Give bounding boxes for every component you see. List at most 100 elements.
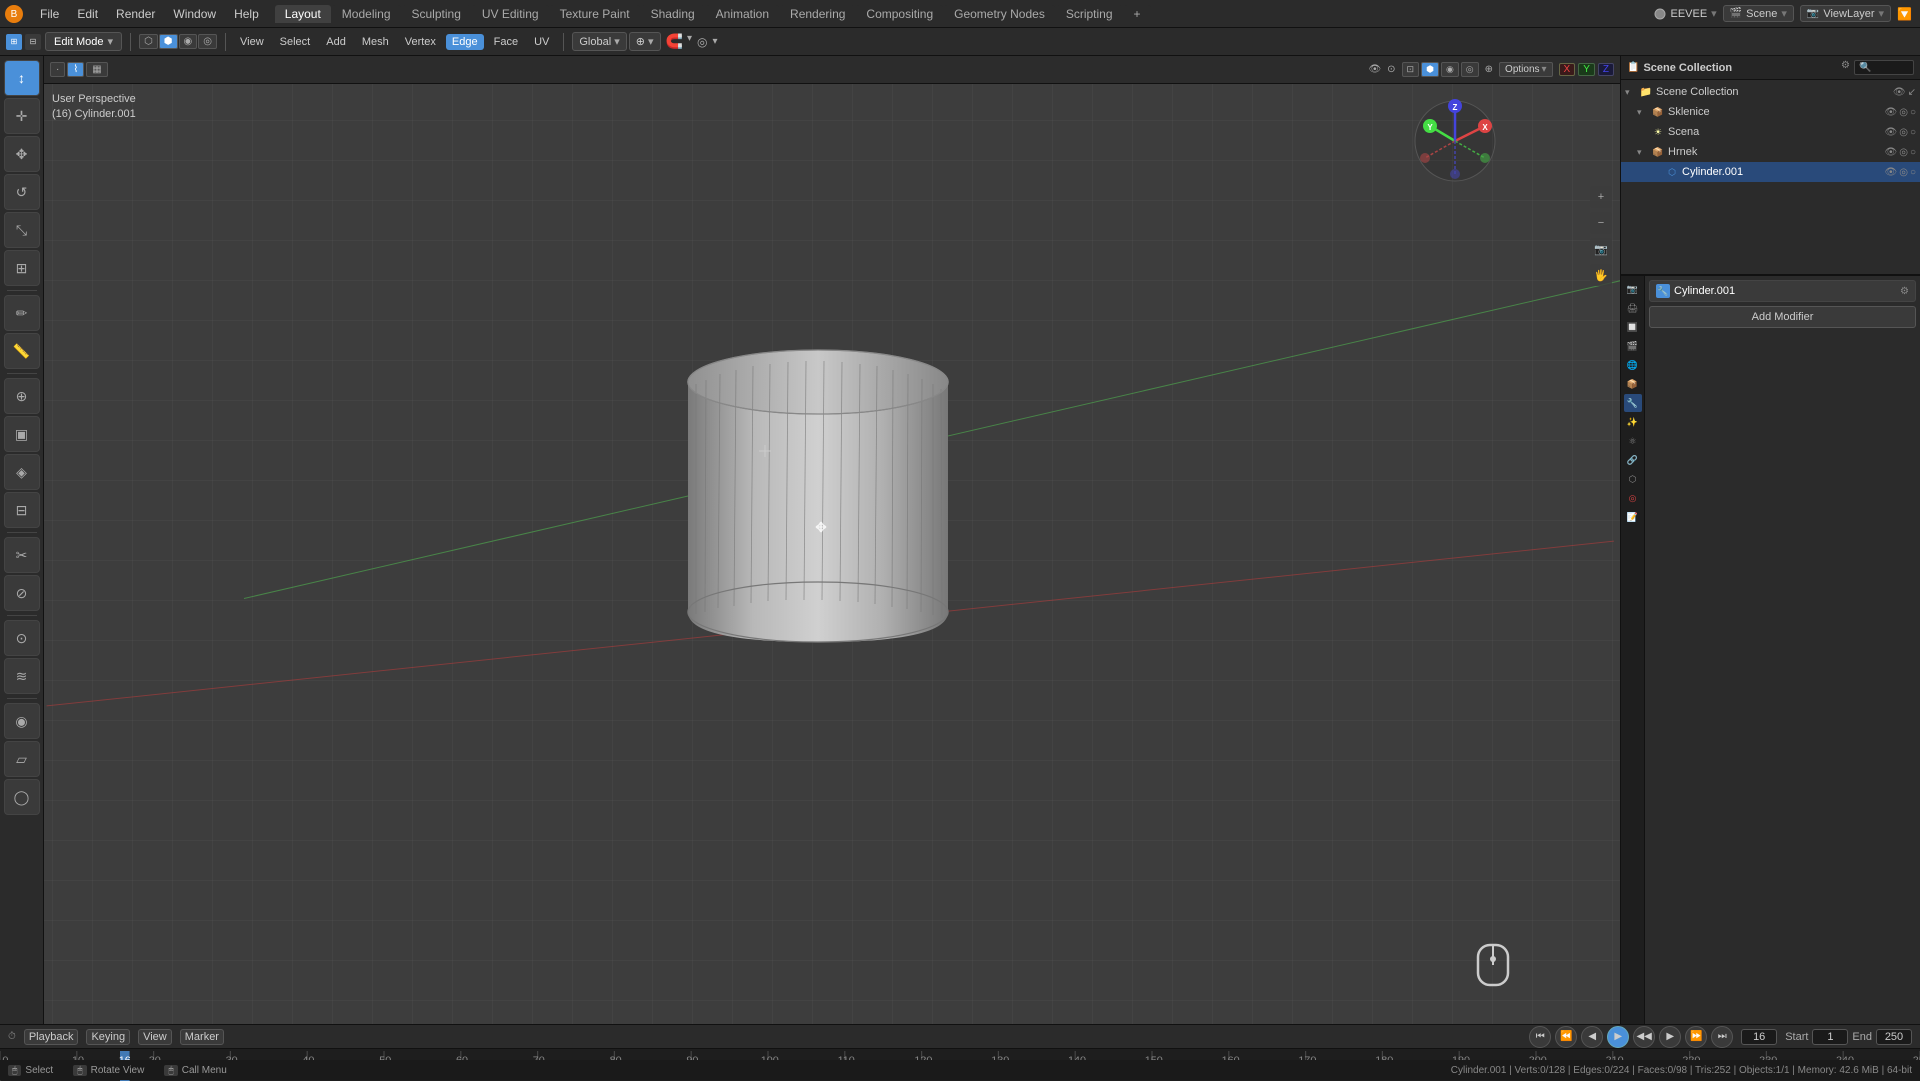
marker-btn[interactable]: Marker bbox=[180, 1029, 224, 1045]
outliner-filter[interactable]: ⚙ bbox=[1841, 60, 1850, 75]
shading-wire[interactable]: ⬡ bbox=[139, 34, 158, 49]
play-reverse-btn[interactable]: ◀◀ bbox=[1633, 1026, 1655, 1048]
tab-uv-editing[interactable]: UV Editing bbox=[472, 5, 549, 23]
tab-add[interactable]: + bbox=[1124, 5, 1151, 23]
tool-shrink-fatten[interactable]: ◉ bbox=[4, 703, 40, 739]
tool-transform[interactable]: ⊞ bbox=[4, 250, 40, 286]
eye-icon-2[interactable]: 👁 bbox=[1885, 107, 1898, 118]
view-menu[interactable]: View bbox=[234, 34, 270, 50]
prev-frame-btn[interactable]: ◀ bbox=[1581, 1026, 1603, 1048]
tool-smooth[interactable]: ≋ bbox=[4, 658, 40, 694]
outliner-sklenice[interactable]: ▾ 📦 Sklenice 👁 ◎ ○ bbox=[1621, 102, 1920, 122]
view-btn-tl[interactable]: View bbox=[138, 1029, 172, 1045]
camera-view-btn[interactable]: 📷 bbox=[1590, 238, 1612, 260]
render-icon-3[interactable]: ○ bbox=[1910, 127, 1916, 138]
end-frame-input[interactable]: 250 bbox=[1876, 1029, 1912, 1045]
viewport-gizmo[interactable]: X Y Z bbox=[1410, 96, 1500, 189]
outliner-hrnek[interactable]: ▾ 📦 Hrnek 👁 ◎ ○ bbox=[1621, 142, 1920, 162]
outliner-cylinder[interactable]: ▸ ⬡ Cylinder.001 👁 ◎ ○ bbox=[1621, 162, 1920, 182]
tab-texture-paint[interactable]: Texture Paint bbox=[550, 5, 640, 23]
outliner-scene-collection[interactable]: ▾ 📁 Scene Collection 👁 ↙ bbox=[1621, 82, 1920, 102]
outliner-scena[interactable]: ▸ ☀ Scena 👁 ◎ ○ bbox=[1621, 122, 1920, 142]
prop-output-icon[interactable]: 🖨 bbox=[1624, 299, 1642, 317]
filter-icon[interactable]: 🔽 bbox=[1897, 7, 1912, 21]
tab-sculpting[interactable]: Sculpting bbox=[402, 5, 471, 23]
step-back-btn[interactable]: ⏪ bbox=[1555, 1026, 1577, 1048]
keying-btn[interactable]: Keying bbox=[86, 1029, 130, 1045]
tab-compositing[interactable]: Compositing bbox=[856, 5, 943, 23]
tool-inset[interactable]: ▣ bbox=[4, 416, 40, 452]
camera-icon-3[interactable]: ◎ bbox=[1899, 127, 1908, 138]
tool-knife[interactable]: ✂ bbox=[4, 537, 40, 573]
prop-particles-icon[interactable]: ✨ bbox=[1624, 413, 1642, 431]
overlay-icon[interactable]: 👁 bbox=[1368, 64, 1381, 75]
menu-edit[interactable]: Edit bbox=[69, 5, 106, 23]
tool-annotate[interactable]: ✏ bbox=[4, 295, 40, 331]
add-modifier-btn[interactable]: Add Modifier bbox=[1649, 306, 1916, 328]
snap-dropdown[interactable]: ▾ bbox=[687, 33, 692, 50]
shade-mat-vp[interactable]: ◉ bbox=[1441, 62, 1459, 77]
tab-rendering[interactable]: Rendering bbox=[780, 5, 855, 23]
jump-end-btn[interactable]: ⏭ bbox=[1711, 1026, 1733, 1048]
prop-modifier-icon[interactable]: 🔧 bbox=[1624, 394, 1642, 412]
eye-icon-5[interactable]: 👁 bbox=[1885, 167, 1898, 178]
tool-measure[interactable]: 📏 bbox=[4, 333, 40, 369]
tool-shear[interactable]: ▱ bbox=[4, 741, 40, 777]
prop-script-icon[interactable]: 📝 bbox=[1624, 508, 1642, 526]
mesh-menu[interactable]: Mesh bbox=[356, 34, 395, 50]
jump-start-btn[interactable]: ⏮ bbox=[1529, 1026, 1551, 1048]
add-menu[interactable]: Add bbox=[320, 34, 352, 50]
edge-select-btn[interactable]: ⌇ bbox=[67, 62, 84, 77]
step-forward-btn[interactable]: ⏩ bbox=[1685, 1026, 1707, 1048]
prop-material-icon[interactable]: ◎ bbox=[1624, 489, 1642, 507]
tool-loop-cut[interactable]: ⊟ bbox=[4, 492, 40, 528]
vertex-select-btn[interactable]: · bbox=[50, 62, 65, 77]
menu-render[interactable]: Render bbox=[108, 5, 163, 23]
shading-rendered[interactable]: ◎ bbox=[198, 34, 217, 49]
start-frame-input[interactable]: 1 bbox=[1812, 1029, 1848, 1045]
current-frame-display[interactable]: 16 bbox=[1741, 1029, 1777, 1045]
next-frame-btn[interactable]: ▶ bbox=[1659, 1026, 1681, 1048]
face-menu[interactable]: Face bbox=[488, 34, 524, 50]
prop-constraints-icon[interactable]: 🔗 bbox=[1624, 451, 1642, 469]
vertex-menu[interactable]: Vertex bbox=[399, 34, 442, 50]
prop-render-icon[interactable]: 📷 bbox=[1624, 280, 1642, 298]
shade-render-vp[interactable]: ◎ bbox=[1461, 62, 1479, 77]
prop-object-icon[interactable]: 📦 bbox=[1624, 375, 1642, 393]
tool-extrude[interactable]: ⊕ bbox=[4, 378, 40, 414]
pivot-selector[interactable]: Global ▾ bbox=[572, 32, 626, 51]
mode-selector[interactable]: Edit Mode ▾ bbox=[45, 32, 122, 51]
tool-spin[interactable]: ⊙ bbox=[4, 620, 40, 656]
options-btn[interactable]: Options ▾ bbox=[1499, 62, 1553, 77]
layer-selector[interactable]: 📷 ViewLayer ▾ bbox=[1800, 5, 1891, 22]
menu-help[interactable]: Help bbox=[226, 5, 267, 23]
camera-icon-5[interactable]: ◎ bbox=[1899, 167, 1908, 178]
xray-icon[interactable]: ⊙ bbox=[1387, 64, 1395, 75]
select-icon[interactable]: ↙ bbox=[1908, 87, 1916, 98]
camera-icon-2[interactable]: ◎ bbox=[1899, 107, 1908, 118]
tool-to-sphere[interactable]: ◯ bbox=[4, 779, 40, 815]
shade-solid-vp[interactable]: ⬢ bbox=[1421, 62, 1439, 77]
shading-solid[interactable]: ⬢ bbox=[159, 34, 178, 49]
prop-data-icon[interactable]: ⬡ bbox=[1624, 470, 1642, 488]
tab-modeling[interactable]: Modeling bbox=[332, 5, 401, 23]
zoom-in-btn[interactable]: + bbox=[1590, 186, 1612, 208]
tool-bisect[interactable]: ⊘ bbox=[4, 575, 40, 611]
tool-move[interactable]: ✥ bbox=[4, 136, 40, 172]
prop-physics-icon[interactable]: ⚛ bbox=[1624, 432, 1642, 450]
menu-window[interactable]: Window bbox=[165, 5, 224, 23]
face-select-btn[interactable]: ▦ bbox=[86, 62, 107, 77]
prop-world-icon[interactable]: 🌐 bbox=[1624, 356, 1642, 374]
tool-cursor[interactable]: ✛ bbox=[4, 98, 40, 134]
timeline-panel-icon[interactable]: ⏱ bbox=[8, 1031, 16, 1042]
outliner-search[interactable] bbox=[1854, 60, 1914, 75]
scene-selector[interactable]: 🎬 Scene ▾ bbox=[1723, 5, 1794, 22]
eye-icon[interactable]: 👁 bbox=[1893, 87, 1906, 98]
playback-btn[interactable]: Playback bbox=[24, 1029, 79, 1045]
edge-menu[interactable]: Edge bbox=[446, 34, 484, 50]
render-icon-2[interactable]: ○ bbox=[1910, 107, 1916, 118]
properties-options-btn[interactable]: ⚙ bbox=[1900, 286, 1909, 297]
select-menu[interactable]: Select bbox=[274, 34, 317, 50]
menu-file[interactable]: File bbox=[32, 5, 67, 23]
proportional-dropdown[interactable]: ▾ bbox=[713, 36, 718, 47]
